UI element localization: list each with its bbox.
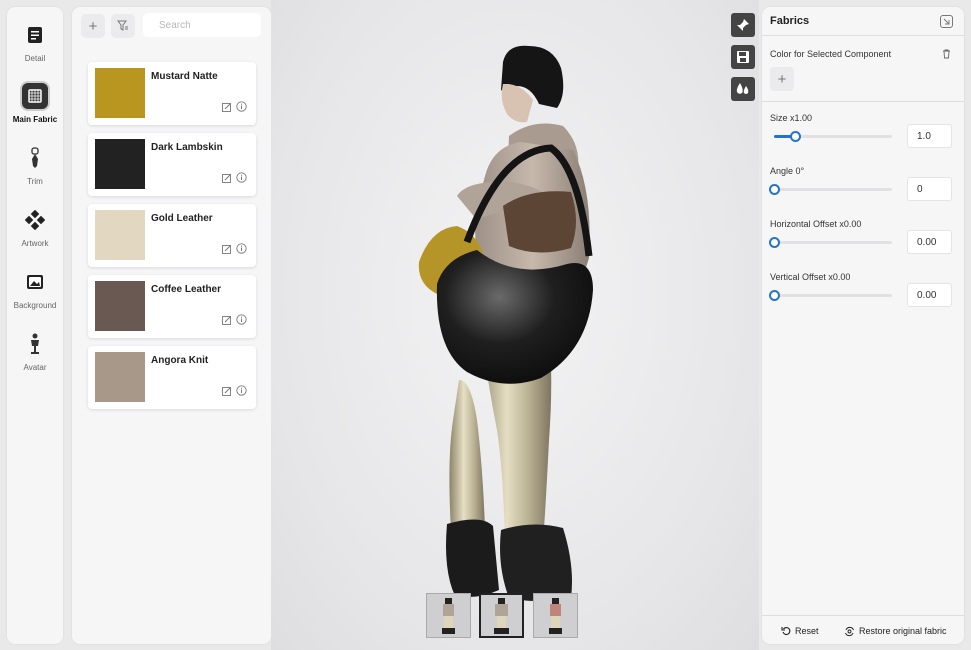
info-icon[interactable] bbox=[236, 172, 247, 183]
horizontal-offset-input[interactable] bbox=[907, 230, 952, 254]
restore-icon bbox=[844, 626, 855, 637]
rail-item-avatar[interactable]: Avatar bbox=[7, 331, 63, 372]
scene-light-button[interactable] bbox=[731, 77, 755, 101]
angle-input[interactable] bbox=[907, 177, 952, 201]
fabric-card[interactable]: Dark Lambskin bbox=[88, 133, 256, 196]
fabric-swatch bbox=[95, 210, 145, 260]
edit-icon[interactable] bbox=[221, 172, 232, 183]
angle-label: Angle 0° bbox=[770, 166, 805, 176]
size-slider[interactable] bbox=[774, 131, 892, 142]
vertical-offset-slider[interactable] bbox=[769, 290, 892, 301]
slider-thumb[interactable] bbox=[769, 237, 780, 248]
fabric-swatch bbox=[95, 281, 145, 331]
fabric-name: Dark Lambskin bbox=[151, 142, 223, 153]
detail-icon bbox=[22, 22, 48, 48]
collapse-panel-button[interactable] bbox=[940, 15, 953, 28]
rail-label-main-fabric: Main Fabric bbox=[12, 115, 58, 124]
rail-label-trim: Trim bbox=[27, 177, 43, 186]
add-fabric-button[interactable]: + bbox=[81, 14, 105, 38]
edit-icon[interactable] bbox=[221, 101, 232, 112]
main-fabric-icon bbox=[22, 83, 48, 109]
vertical-offset-input[interactable] bbox=[907, 283, 952, 307]
slider-thumb[interactable] bbox=[769, 290, 780, 301]
view-thumbnails bbox=[426, 593, 582, 639]
zipper-icon bbox=[22, 145, 48, 171]
rail-item-background[interactable]: Background bbox=[7, 269, 63, 310]
rail-label-artwork: Artwork bbox=[21, 239, 49, 248]
info-icon[interactable] bbox=[236, 314, 247, 325]
info-icon[interactable] bbox=[236, 243, 247, 254]
add-color-button[interactable]: + bbox=[770, 67, 794, 91]
fabric-name: Coffee Leather bbox=[151, 284, 222, 295]
trash-icon[interactable] bbox=[942, 49, 951, 62]
fabric-swatch bbox=[95, 68, 145, 118]
slider-thumb[interactable] bbox=[790, 131, 801, 142]
fabric-list-panel: + Mustard Natte Dark Lambskin Gold Leath… bbox=[72, 7, 271, 644]
vertical-offset-label: Vertical Offset x0.00 bbox=[770, 272, 851, 282]
artwork-icon bbox=[22, 207, 48, 233]
restore-original-fabric-button[interactable]: Restore original fabric bbox=[844, 624, 947, 638]
edit-icon[interactable] bbox=[221, 314, 232, 325]
rail-label-avatar: Avatar bbox=[23, 363, 47, 372]
slider-thumb[interactable] bbox=[769, 184, 780, 195]
rail-item-detail[interactable]: Detail bbox=[7, 22, 63, 63]
reset-label: Reset bbox=[795, 626, 819, 636]
avatar-icon bbox=[22, 331, 48, 357]
left-tool-rail: Detail Main Fabric Trim Artwork Backgrou… bbox=[7, 7, 63, 644]
save-icon bbox=[737, 51, 749, 63]
reset-icon bbox=[781, 626, 791, 636]
drops-icon bbox=[736, 83, 749, 94]
info-icon[interactable] bbox=[236, 385, 247, 396]
save-button[interactable] bbox=[731, 45, 755, 69]
restore-label: Restore original fabric bbox=[859, 626, 947, 636]
plus-icon: + bbox=[88, 17, 98, 35]
fabric-swatch bbox=[95, 352, 145, 402]
fabric-card[interactable]: Mustard Natte bbox=[88, 62, 256, 125]
3d-viewport[interactable] bbox=[271, 0, 759, 650]
panel-title: Fabrics bbox=[770, 15, 810, 27]
divider bbox=[762, 35, 964, 36]
color-section-label: Color for Selected Component bbox=[770, 49, 892, 59]
view-thumbnail[interactable] bbox=[426, 593, 471, 638]
filter-icon bbox=[117, 20, 128, 31]
pin-icon bbox=[737, 19, 749, 31]
horizontal-offset-slider[interactable] bbox=[769, 237, 892, 248]
fabrics-properties-panel: Fabrics Color for Selected Component + S… bbox=[762, 7, 964, 644]
background-icon bbox=[22, 269, 48, 295]
size-label: Size x1.00 bbox=[770, 113, 813, 123]
fabric-swatch bbox=[95, 139, 145, 189]
fabric-name: Gold Leather bbox=[151, 213, 213, 224]
rail-label-background: Background bbox=[13, 301, 57, 310]
size-input[interactable] bbox=[907, 124, 952, 148]
search-input[interactable] bbox=[143, 13, 261, 37]
filter-button[interactable] bbox=[111, 14, 135, 38]
divider bbox=[762, 615, 964, 616]
divider bbox=[762, 101, 964, 102]
rail-item-trim[interactable]: Trim bbox=[7, 145, 63, 186]
horizontal-offset-label: Horizontal Offset x0.00 bbox=[770, 219, 862, 229]
rail-item-artwork[interactable]: Artwork bbox=[7, 207, 63, 248]
pin-tool-button[interactable] bbox=[731, 13, 755, 37]
fabric-name: Mustard Natte bbox=[151, 71, 218, 82]
plus-icon: + bbox=[777, 70, 787, 88]
edit-icon[interactable] bbox=[221, 243, 232, 254]
info-icon[interactable] bbox=[236, 101, 247, 112]
fabric-card[interactable]: Coffee Leather bbox=[88, 275, 256, 338]
fabric-card[interactable]: Angora Knit bbox=[88, 346, 256, 409]
collapse-icon bbox=[943, 18, 950, 25]
fabric-name: Angora Knit bbox=[151, 355, 209, 366]
rail-item-main-fabric[interactable]: Main Fabric bbox=[7, 83, 63, 124]
rail-label-detail: Detail bbox=[24, 54, 46, 63]
view-thumbnail[interactable] bbox=[479, 593, 524, 638]
fabric-card[interactable]: Gold Leather bbox=[88, 204, 256, 267]
view-thumbnail[interactable] bbox=[533, 593, 578, 638]
reset-button[interactable]: Reset bbox=[781, 624, 819, 638]
angle-slider[interactable] bbox=[769, 184, 892, 195]
avatar-model bbox=[418, 45, 593, 601]
edit-icon[interactable] bbox=[221, 385, 232, 396]
